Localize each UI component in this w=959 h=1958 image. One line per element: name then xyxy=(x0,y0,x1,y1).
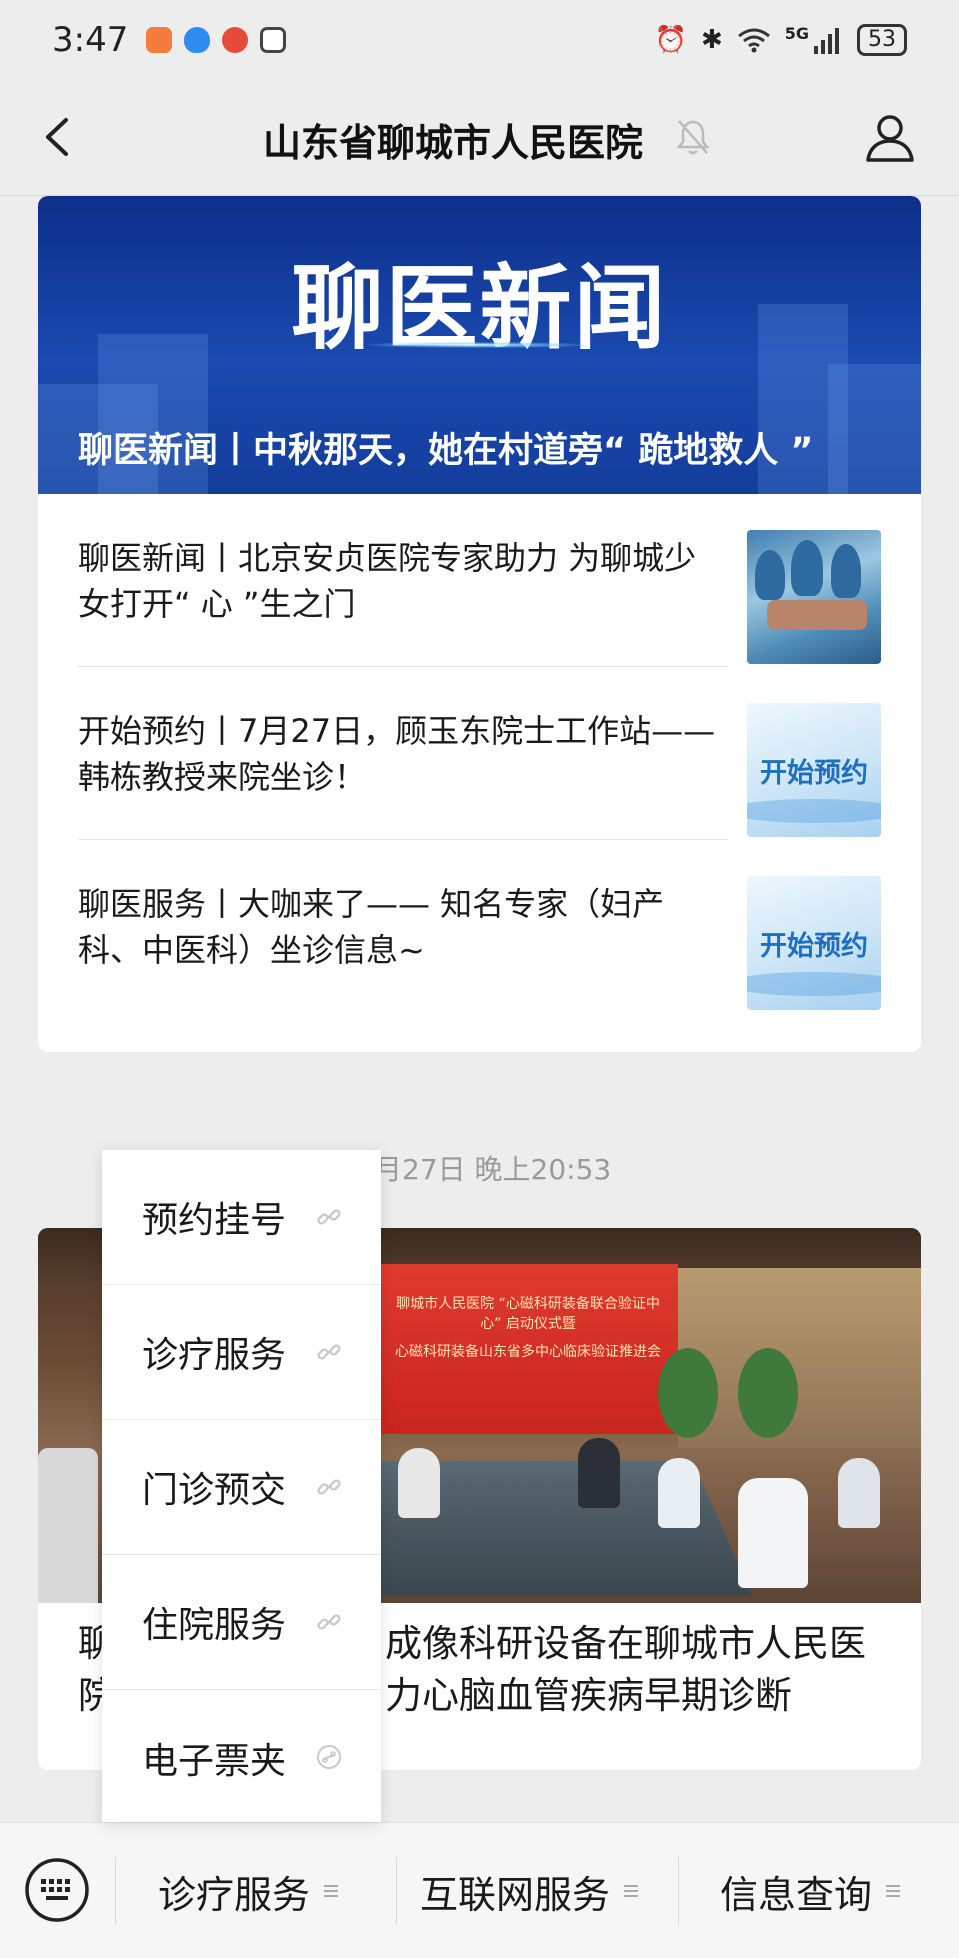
battery-indicator: 53 xyxy=(857,24,907,56)
projection-screen: 聊城市人民医院 “心磁科研装备联合验证中心” 启动仪式暨 心磁科研装备山东省多中… xyxy=(378,1264,678,1434)
alarm-icon: ⏰ xyxy=(654,25,687,55)
banner-image[interactable]: 聊医新闻 聊医新闻丨中秋那天，她在村道旁“ 跪地救人 ” xyxy=(38,196,921,494)
nav-bar: 山东省聊城市人民医院 xyxy=(0,80,959,196)
mini-program-icon xyxy=(317,1745,341,1769)
news-title: 聊医新闻丨北京安贞医院专家助力 为聊城少女打开“ 心 ”生之门 xyxy=(78,538,697,623)
network-type: 5G xyxy=(784,23,809,43)
message-timestamp: 月27日 晚上20:53 xyxy=(374,1153,612,1186)
banner-caption: 聊医新闻丨中秋那天，她在村道旁“ 跪地救人 ” xyxy=(78,431,814,471)
nfc-icon xyxy=(260,27,287,53)
news-item[interactable]: 开始预约丨7月27日，顾玉东院士工作站——韩栋教授来院坐诊！ 开始预约 xyxy=(78,667,881,840)
menu-lines-icon xyxy=(324,1885,339,1897)
bell-mute-icon xyxy=(676,120,710,155)
page-title: 山东省聊城市人民医院 xyxy=(262,121,643,165)
news-thumbnail xyxy=(747,530,881,664)
bluetooth-icon: ✱ xyxy=(700,25,723,55)
menu-item-medical-service[interactable]: 诊疗服务 xyxy=(102,1285,381,1420)
link-icon xyxy=(317,1614,341,1630)
news-thumbnail: 开始预约 xyxy=(747,703,881,837)
news-title: 开始预约丨7月27日，顾玉东院士工作站——韩栋教授来院坐诊！ xyxy=(78,711,716,796)
menu-item-inpatient-service[interactable]: 住院服务 xyxy=(102,1555,381,1690)
wifi-icon xyxy=(737,28,770,53)
menu-lines-icon xyxy=(624,1885,639,1897)
keyboard-icon[interactable] xyxy=(24,1857,90,1923)
signal-icon xyxy=(814,28,839,54)
status-time: 3:47 xyxy=(52,20,129,60)
menu-item-outpatient-prepay[interactable]: 门诊预交 xyxy=(102,1420,381,1555)
link-icon xyxy=(317,1209,341,1225)
article-card[interactable]: 聊医新闻 聊医新闻丨中秋那天，她在村道旁“ 跪地救人 ” 聊医新闻丨北京安贞医院… xyxy=(38,196,921,1052)
news-thumbnail: 开始预约 xyxy=(747,876,881,1010)
shield-icon xyxy=(184,27,211,53)
news-item[interactable]: 聊医新闻丨北京安贞医院专家助力 为聊城少女打开“ 心 ”生之门 xyxy=(78,494,881,667)
user-icon[interactable] xyxy=(864,112,916,164)
menu-tab-info-query[interactable]: 信息查询 xyxy=(720,1823,901,1958)
app-notification-icon xyxy=(146,27,173,53)
menu-item-e-invoice[interactable]: 电子票夹 xyxy=(102,1690,381,1825)
menu-lines-icon xyxy=(886,1885,901,1897)
link-icon xyxy=(317,1344,341,1360)
bottom-menu-bar: 诊疗服务 互联网服务 信息查询 xyxy=(0,1822,959,1958)
weibo-icon xyxy=(222,27,249,53)
menu-tab-internet-service[interactable]: 互联网服务 xyxy=(420,1823,639,1958)
news-title: 聊医服务丨大咖来了—— 知名专家（妇产科、中医科）坐诊信息~ xyxy=(78,884,665,969)
news-item[interactable]: 聊医服务丨大咖来了—— 知名专家（妇产科、中医科）坐诊信息~ 开始预约 xyxy=(78,840,881,1013)
menu-tab-medical-service[interactable]: 诊疗服务 xyxy=(158,1823,339,1958)
link-icon xyxy=(317,1479,341,1495)
banner-glow xyxy=(368,342,588,348)
status-bar: 3:47 ⏰ ✱ 5G 53 xyxy=(0,0,959,80)
submenu-popup: 预约挂号 诊疗服务 门诊预交 住院服务 电子票夹 xyxy=(102,1150,381,1822)
menu-item-appointment[interactable]: 预约挂号 xyxy=(102,1150,381,1285)
